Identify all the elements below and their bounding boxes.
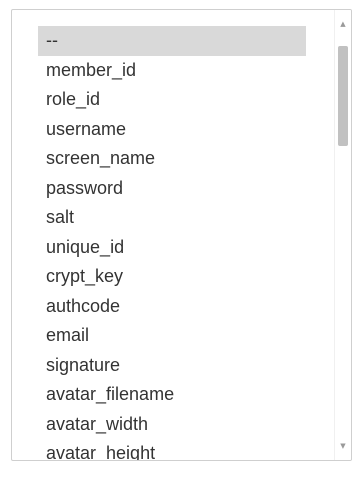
- option-avatar-width[interactable]: avatar_width: [38, 410, 306, 440]
- options-list: -- member_id role_id username screen_nam…: [38, 26, 306, 460]
- option-empty[interactable]: --: [38, 26, 306, 56]
- option-salt[interactable]: salt: [38, 203, 306, 233]
- option-unique-id[interactable]: unique_id: [38, 233, 306, 263]
- vertical-scrollbar[interactable]: ▲ ▼: [334, 10, 351, 460]
- option-password[interactable]: password: [38, 174, 306, 204]
- scroll-thumb[interactable]: [338, 46, 348, 146]
- option-screen-name[interactable]: screen_name: [38, 144, 306, 174]
- option-avatar-filename[interactable]: avatar_filename: [38, 380, 306, 410]
- option-email[interactable]: email: [38, 321, 306, 351]
- option-avatar-height[interactable]: avatar_height: [38, 439, 306, 460]
- option-username[interactable]: username: [38, 115, 306, 145]
- option-crypt-key[interactable]: crypt_key: [38, 262, 306, 292]
- option-role-id[interactable]: role_id: [38, 85, 306, 115]
- chevron-up-icon[interactable]: ▲: [335, 16, 351, 32]
- field-select-listbox[interactable]: -- member_id role_id username screen_nam…: [11, 9, 352, 461]
- chevron-down-icon[interactable]: ▼: [335, 438, 351, 454]
- option-member-id[interactable]: member_id: [38, 56, 306, 86]
- option-authcode[interactable]: authcode: [38, 292, 306, 322]
- option-signature[interactable]: signature: [38, 351, 306, 381]
